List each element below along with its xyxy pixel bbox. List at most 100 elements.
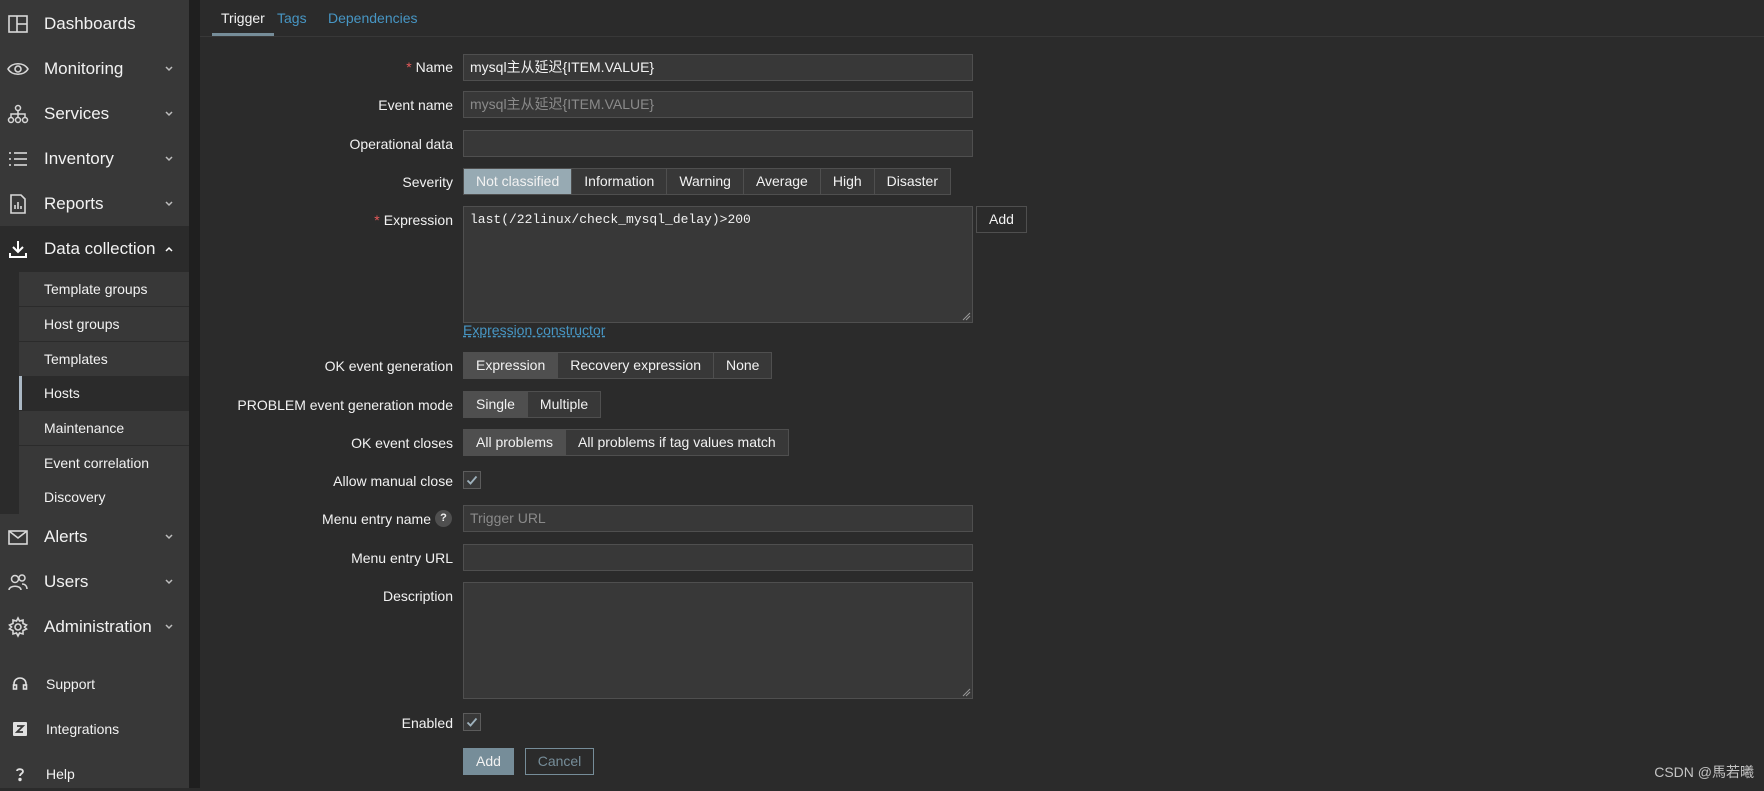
menu-label: Inventory [44,148,114,168]
ok-event-generation-selector: Expression Recovery expression None [463,352,773,379]
submenu-discovery[interactable]: Discovery [19,480,189,514]
ok-event-generation-label: OK event generation [324,358,453,374]
menu-users[interactable]: Users [0,559,189,604]
chevron-down-icon [165,534,173,540]
expression-textarea[interactable]: last(/22linux/check_mysql_delay)>200 [463,206,973,323]
enabled-label: Enabled [401,715,453,731]
envelope-icon [8,530,28,545]
eye-icon [7,62,29,76]
severity-not-classified[interactable]: Not classified [464,169,572,194]
download-icon [9,241,27,258]
expression-add-button[interactable]: Add [976,206,1027,233]
ok-event-none[interactable]: None [713,353,772,378]
event-name-input[interactable]: mysql主从延迟{ITEM.VALUE} [463,91,973,118]
menu-label: Reports [44,193,104,213]
submenu-maintenance[interactable]: Maintenance [19,411,189,445]
ok-event-recovery-expression[interactable]: Recovery expression [557,353,713,378]
sidebar-divider [189,0,200,788]
data-collection-submenu: Template groups Host groups Templates Ho… [0,270,189,514]
headset-icon [12,677,28,690]
menu-label: Data collection [44,238,156,258]
severity-disaster[interactable]: Disaster [873,169,950,194]
expression-constructor-link[interactable]: Expression constructor [463,322,605,338]
chevron-down-icon [165,156,173,162]
severity-information[interactable]: Information [571,169,667,194]
severity-high[interactable]: High [819,169,874,194]
severity-average[interactable]: Average [742,169,820,194]
menu-label: Integrations [46,721,120,737]
chevron-up-icon [165,246,173,252]
expression-value: last(/22linux/check_mysql_delay)>200 [470,212,751,227]
submenu-templates[interactable]: Templates [19,342,189,376]
severity-selector: Not classified Information Warning Avera… [463,168,951,195]
menu-entry-url-input[interactable] [463,544,973,571]
submenu-template-groups[interactable]: Template groups [19,272,189,306]
dashboards-icon [8,15,28,33]
expression-label: * Expression [374,212,453,228]
menu-label: Users [44,571,89,591]
menu-label: Services [44,103,110,123]
chevron-down-icon [165,579,173,585]
menu-entry-name-label: Menu entry name [322,511,431,527]
checkmark-icon [466,475,478,485]
menu-label: Support [46,676,96,692]
checkmark-icon [466,717,478,727]
ok-event-closes-selector: All problems All problems if tag values … [463,429,789,456]
chevron-down-icon [165,111,173,117]
problem-mode-multiple[interactable]: Multiple [526,392,601,417]
menu-administration[interactable]: Administration [0,604,189,649]
problem-mode-label: PROBLEM event generation mode [237,397,453,413]
menu-label: Monitoring [44,58,124,78]
problem-mode-single[interactable]: Single [464,392,527,417]
add-button[interactable]: Add [463,748,514,775]
users-icon [8,574,28,591]
help-icon[interactable]: ? [435,510,452,527]
description-label: Description [382,588,453,604]
menu-inventory[interactable]: Inventory [0,136,189,181]
tab-dependencies[interactable]: Dependencies [328,0,418,36]
chevron-down-icon [165,624,173,630]
watermark: CSDN @馬若曦 [1654,764,1754,780]
menu-entry-name-input[interactable]: Trigger URL [463,505,973,532]
operational-data-input[interactable] [463,130,973,157]
description-textarea[interactable] [463,582,973,699]
submenu-hosts[interactable]: Hosts [19,376,189,410]
menu-dashboards[interactable]: Dashboards [0,1,189,46]
menu-monitoring[interactable]: Monitoring [0,46,189,91]
problem-mode-selector: Single Multiple [463,391,602,418]
menu-label: Help [46,766,75,782]
cancel-button[interactable]: Cancel [525,748,594,775]
name-input[interactable]: mysql主从延迟{ITEM.VALUE} [463,54,973,81]
submenu-event-correlation[interactable]: Event correlation [19,446,189,480]
operational-data-label: Operational data [349,136,453,152]
help-icon [16,768,24,782]
menu-help[interactable]: Help [0,757,189,791]
reports-icon [10,194,26,214]
severity-warning[interactable]: Warning [666,169,743,194]
resize-grip-icon[interactable] [962,688,971,697]
menu-integrations[interactable]: Integrations [0,712,189,746]
name-label: * Name [406,59,453,75]
ok-closes-tag-match[interactable]: All problems if tag values match [565,430,788,455]
menu-reports[interactable]: Reports [0,181,189,226]
gear-icon [8,616,28,638]
menu-label: Dashboards [44,13,136,33]
allow-manual-close-checkbox[interactable] [463,471,481,489]
tab-tags[interactable]: Tags [277,0,307,36]
ok-closes-all-problems[interactable]: All problems [464,430,566,455]
tab-trigger[interactable]: Trigger [212,0,274,36]
enabled-checkbox[interactable] [463,713,481,731]
chevron-down-icon [165,66,173,72]
list-icon [9,152,27,166]
allow-manual-close-label: Allow manual close [333,473,453,489]
menu-services[interactable]: Services [0,91,189,136]
menu-label: Alerts [44,526,88,546]
menu-support[interactable]: Support [0,667,189,701]
sidebar: Dashboards Monitoring Services Inventory… [0,0,189,788]
menu-data-collection[interactable]: Data collection [0,226,189,271]
submenu-host-groups[interactable]: Host groups [19,307,189,341]
menu-alerts[interactable]: Alerts [0,514,189,559]
tab-bar: Trigger Tags Dependencies [200,0,1764,37]
resize-grip-icon[interactable] [962,312,971,321]
ok-event-expression[interactable]: Expression [464,353,558,378]
